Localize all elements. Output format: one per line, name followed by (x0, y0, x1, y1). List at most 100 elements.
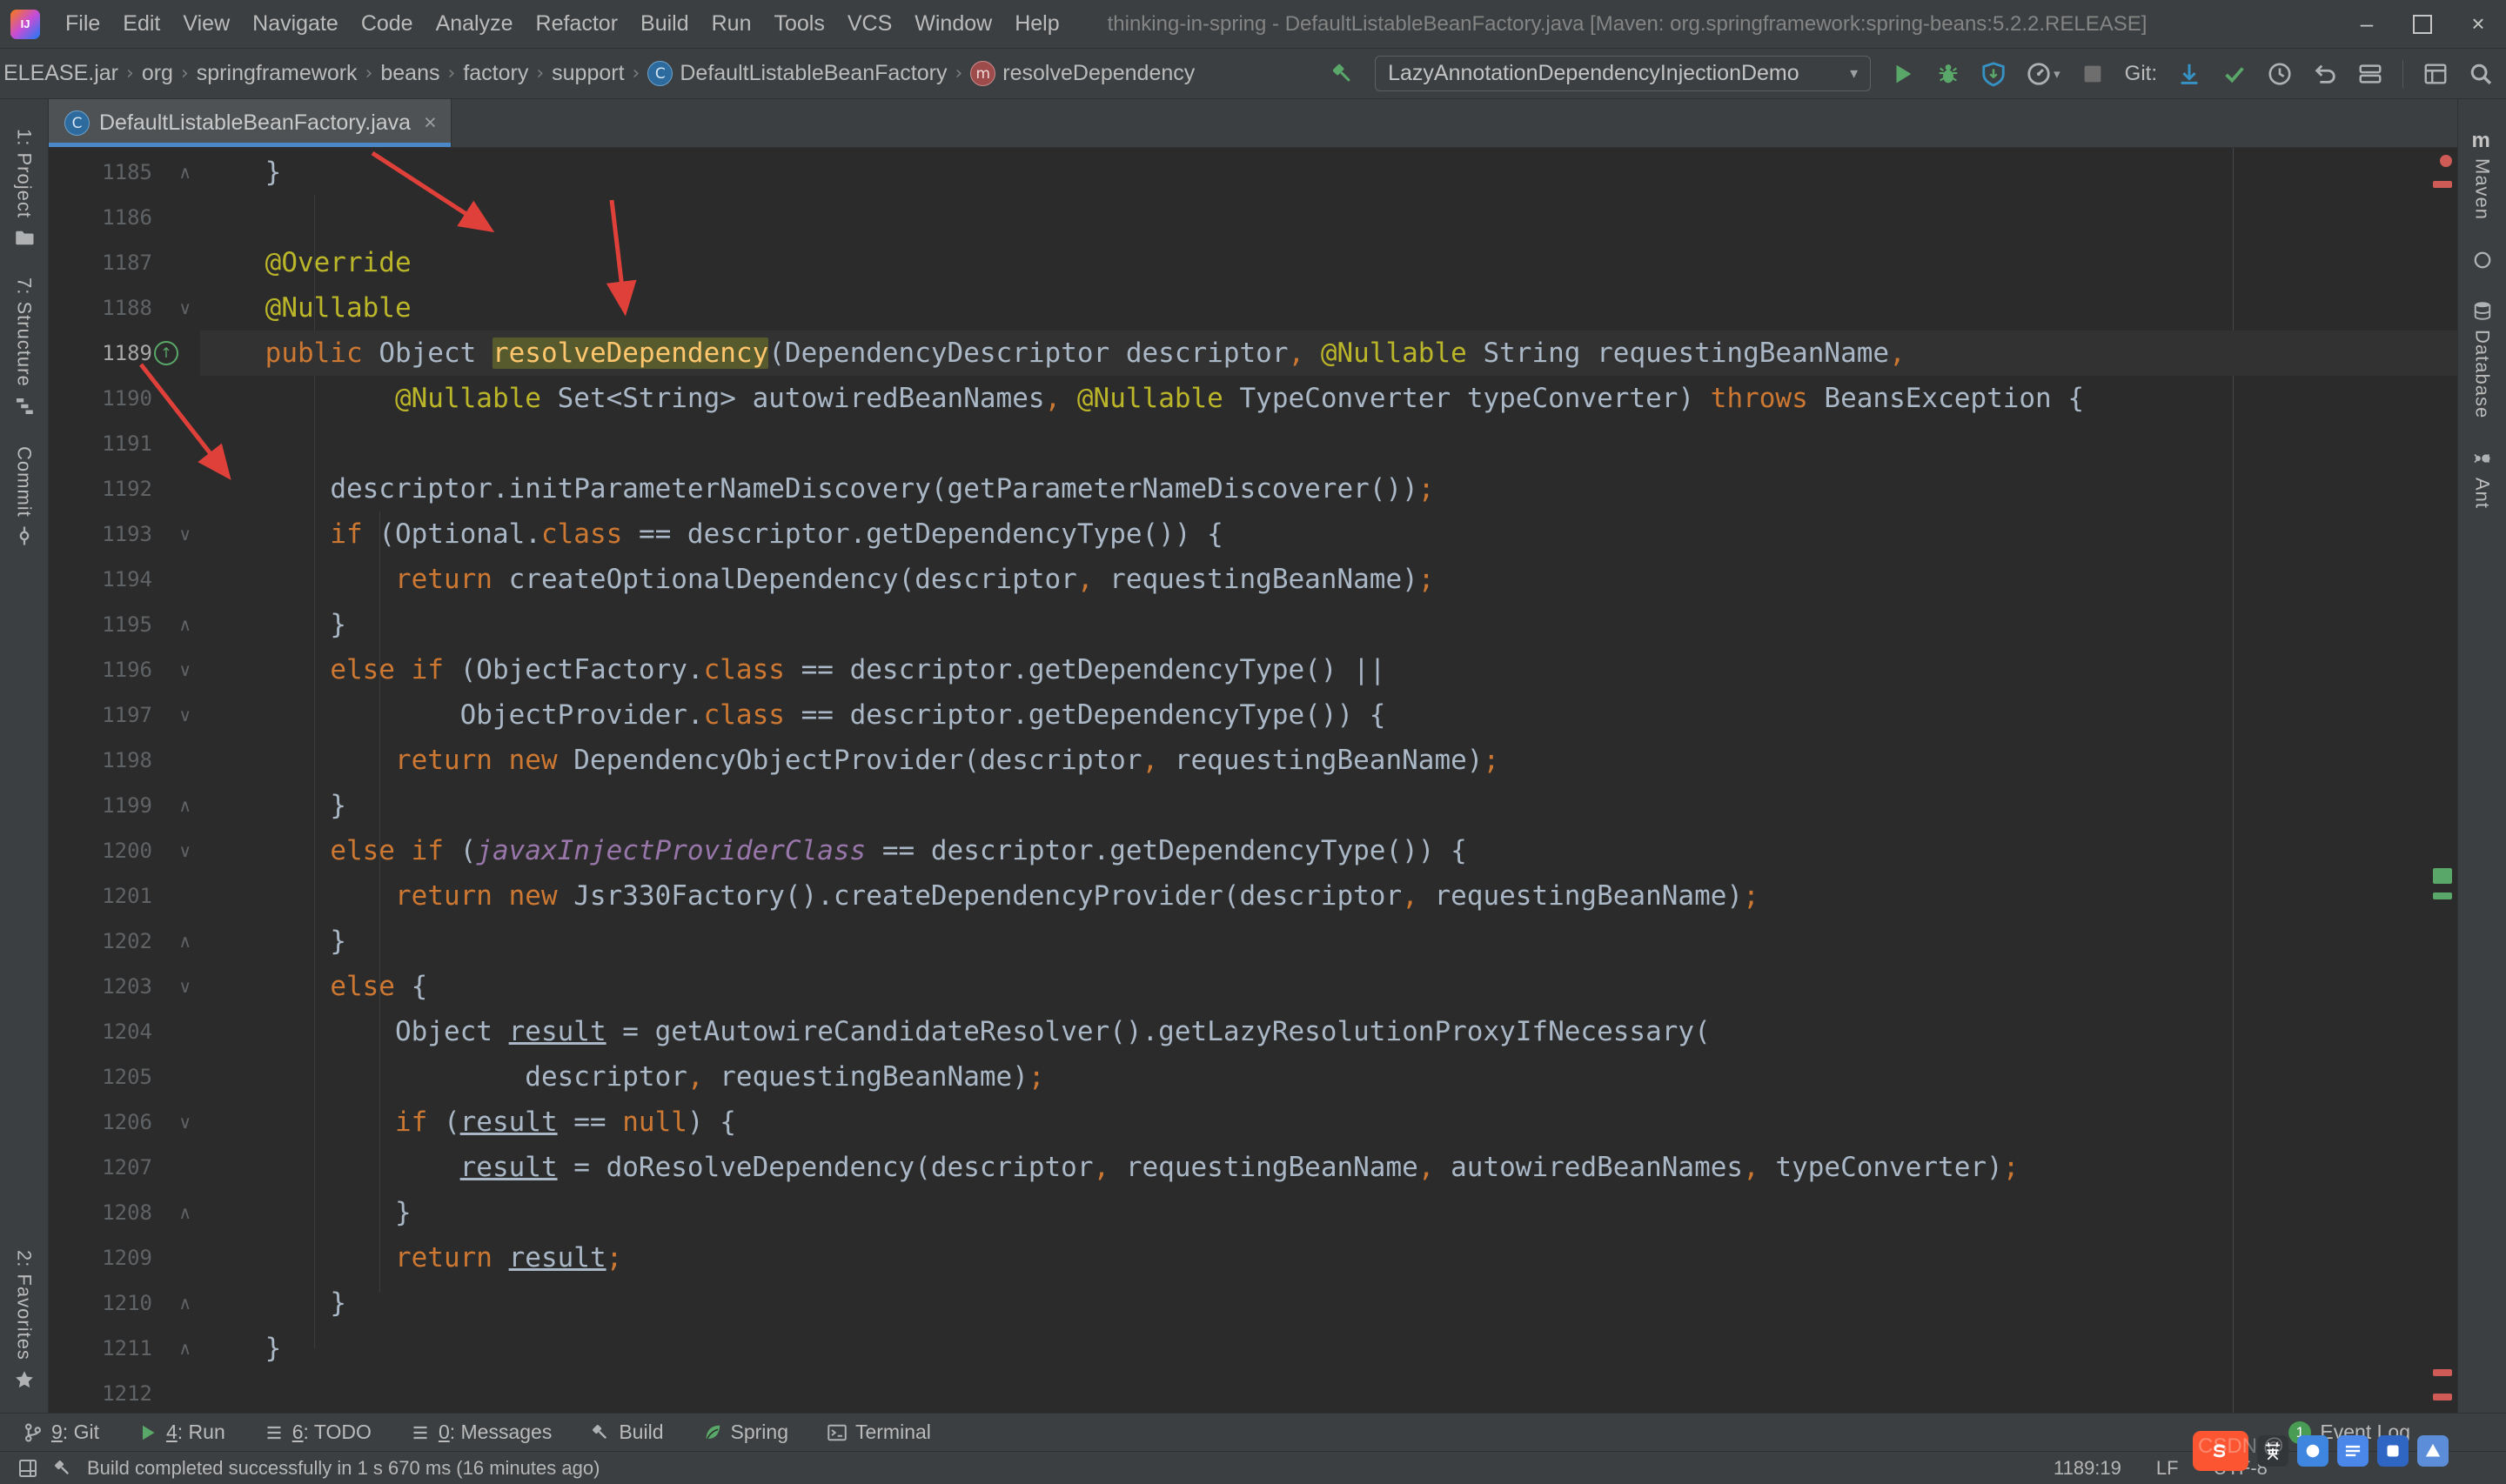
overrides-method-icon[interactable]: ↑ (154, 341, 178, 365)
tool-button-commit[interactable]: Commit (13, 446, 36, 547)
fold-marker-icon[interactable]: ∧ (178, 1326, 191, 1371)
code-line[interactable]: 1205 descriptor, requestingBeanName); (49, 1054, 2457, 1100)
fold-marker-icon[interactable]: ∧ (178, 150, 191, 195)
breadcrumb-springframework[interactable]: springframework (197, 61, 358, 86)
menu-view[interactable]: View (171, 5, 241, 43)
run-with-coverage-icon[interactable] (1980, 61, 2007, 87)
fold-marker-icon[interactable]: ∨ (178, 692, 191, 738)
code-line[interactable]: 1203 ∨ else { (49, 964, 2457, 1009)
menu-vcs[interactable]: VCS (836, 5, 903, 43)
menu-run[interactable]: Run (700, 5, 763, 43)
tab-defaultlistablebeanfactory[interactable]: C DefaultListableBeanFactory.java × (49, 99, 452, 147)
code-line[interactable]: 1197 ∨ ObjectProvider.class == descriptor… (49, 692, 2457, 738)
menu-file[interactable]: File (54, 5, 111, 43)
tool-button-maven[interactable]: m Maven (2471, 129, 2494, 220)
menu-edit[interactable]: Edit (111, 5, 171, 43)
menu-code[interactable]: Code (350, 5, 425, 43)
git-commit-icon[interactable] (2221, 61, 2248, 87)
toolwindow-run[interactable]: 4: Run (137, 1420, 225, 1444)
git-update-project-icon[interactable] (2176, 61, 2202, 87)
tool-button-7-structure[interactable]: 7: Structure (13, 277, 36, 417)
line-separator[interactable]: LF (2156, 1457, 2179, 1480)
toolwindow-messages[interactable]: 0: Messages (410, 1420, 552, 1444)
code-line[interactable]: 1186 (49, 195, 2457, 240)
breadcrumb-support[interactable]: support (552, 61, 624, 86)
tool-button-database[interactable]: Database (2471, 300, 2494, 418)
code-line[interactable]: 1212 (49, 1371, 2457, 1413)
fold-marker-icon[interactable]: ∧ (178, 783, 191, 828)
menu-analyze[interactable]: Analyze (425, 5, 525, 43)
breadcrumb-factory[interactable]: factory (463, 61, 528, 86)
code-line[interactable]: 1209 return result; (49, 1235, 2457, 1280)
fold-marker-icon[interactable]: ∨ (178, 828, 191, 873)
code-line[interactable]: 1208 ∧ } (49, 1190, 2457, 1235)
toolwindow-git[interactable]: 9: Git (23, 1420, 99, 1444)
caret-position[interactable]: 1189:19 (2054, 1457, 2121, 1480)
run-configuration-select[interactable]: LazyAnnotationDependencyInjectionDemo ▾ (1375, 56, 1872, 91)
editor[interactable]: 1185 ∧ } 1186 1187 @Override 1188 ∨ @Nullable… (49, 148, 2457, 1413)
tool-button-2-favorites[interactable]: 2: Favorites (13, 1250, 36, 1390)
code-line[interactable]: 1188 ∨ @Nullable (49, 285, 2457, 331)
toolwindow-build[interactable]: Build (590, 1420, 664, 1444)
menu-tools[interactable]: Tools (762, 5, 835, 43)
breadcrumb-resolvedependency[interactable]: m resolveDependency (970, 61, 1195, 86)
git-shelve-icon[interactable] (2357, 61, 2383, 87)
close-tab-icon[interactable]: × (424, 110, 437, 136)
menu-help[interactable]: Help (1003, 5, 1070, 43)
debug-button-icon[interactable] (1935, 61, 1961, 87)
search-everywhere-icon[interactable] (2468, 61, 2494, 87)
code-line[interactable]: 1196 ∨ else if (ObjectFactory.class == de… (49, 647, 2457, 692)
stripe-mark[interactable] (2433, 181, 2452, 188)
error-stripe[interactable] (2429, 148, 2455, 1413)
code-line[interactable]: 1202 ∧ } (49, 919, 2457, 964)
breadcrumb-org[interactable]: org (142, 61, 173, 86)
fold-marker-icon[interactable]: ∧ (178, 1280, 191, 1326)
code-line[interactable]: 1211 ∧ } (49, 1326, 2457, 1371)
tool-button-1-project[interactable]: 1: Project (13, 129, 36, 248)
code-line[interactable]: 1207 result = doResolveDependency(descri… (49, 1145, 2457, 1190)
code-line[interactable]: 1206 ∨ if (result == null) { (49, 1100, 2457, 1145)
toolwindow-toggle-icon[interactable] (17, 1458, 38, 1479)
code-line[interactable]: 1199 ∧ } (49, 783, 2457, 828)
stop-button-icon[interactable] (2080, 61, 2106, 87)
fold-marker-icon[interactable]: ∨ (178, 964, 191, 1009)
fold-marker-icon[interactable]: ∨ (178, 1100, 191, 1145)
code-line[interactable]: 1210 ∧ } (49, 1280, 2457, 1326)
code-line[interactable]: 1189 ↑ public Object resolveDependency(De… (49, 331, 2457, 376)
breadcrumb-beans[interactable]: beans (380, 61, 439, 86)
breadcrumb-elease-jar[interactable]: ELEASE.jar (3, 61, 118, 86)
code-line[interactable]: 1187 @Override (49, 240, 2457, 285)
stripe-mark[interactable] (2433, 892, 2452, 899)
fold-marker-icon[interactable]: ∨ (178, 285, 191, 331)
menu-refactor[interactable]: Refactor (525, 5, 629, 43)
menu-navigate[interactable]: Navigate (241, 5, 350, 43)
stripe-mark[interactable] (2433, 1394, 2452, 1400)
fold-marker-icon[interactable]: ∧ (178, 919, 191, 964)
git-rollback-icon[interactable] (2312, 61, 2338, 87)
code-line[interactable]: 1195 ∧ } (49, 602, 2457, 647)
fold-marker-icon[interactable]: ∧ (178, 602, 191, 647)
run-button-icon[interactable] (1890, 61, 1916, 87)
git-history-icon[interactable] (2267, 61, 2293, 87)
layout-icon[interactable] (2422, 61, 2449, 87)
profiler-button[interactable]: ▾ (2026, 61, 2060, 87)
maximize-icon[interactable] (2395, 0, 2450, 49)
fold-marker-icon[interactable]: ∧ (178, 1190, 191, 1235)
toolwindow-spring[interactable]: Spring (702, 1420, 788, 1444)
code-line[interactable]: 1200 ∨ else if (javaxInjectProviderClass … (49, 828, 2457, 873)
build-project-icon[interactable] (1330, 61, 1356, 87)
code-line[interactable]: 1185 ∧ } (49, 150, 2457, 195)
stripe-mark[interactable] (2440, 155, 2452, 167)
code-line[interactable]: 1190 @Nullable Set<String> autowiredBean… (49, 376, 2457, 421)
code-line[interactable]: 1194 return createOptionalDependency(des… (49, 557, 2457, 602)
fold-marker-icon[interactable]: ∨ (178, 511, 191, 557)
code-line[interactable]: 1191 (49, 421, 2457, 466)
stripe-mark[interactable] (2433, 1369, 2452, 1376)
code-line[interactable]: 1193 ∨ if (Optional.class == descriptor.g… (49, 511, 2457, 557)
minimize-icon[interactable]: – (2339, 0, 2395, 49)
tool-button-circle[interactable] (2472, 250, 2493, 271)
code-line[interactable]: 1204 Object result = getAutowireCandidat… (49, 1009, 2457, 1054)
code-line[interactable]: 1198 return new DependencyObjectProvider… (49, 738, 2457, 783)
menu-build[interactable]: Build (629, 5, 700, 43)
stripe-mark[interactable] (2433, 868, 2452, 884)
